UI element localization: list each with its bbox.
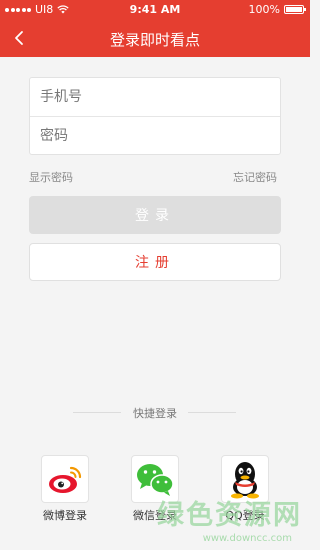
weibo-tile[interactable]: [41, 455, 89, 503]
watermark-text: 绿色资源网: [157, 500, 302, 531]
password-field-row: [30, 116, 280, 155]
show-password-link[interactable]: 显示密码: [29, 169, 73, 185]
forgot-password-link[interactable]: 忘记密码: [233, 169, 277, 185]
phone-input[interactable]: [38, 88, 272, 106]
password-input[interactable]: [38, 127, 272, 145]
register-button[interactable]: 注册: [29, 243, 281, 281]
battery-icon: [284, 5, 306, 14]
weibo-login-button[interactable]: 微博登录: [41, 455, 89, 523]
nav-bar: 登录即时看点: [0, 20, 310, 57]
quick-login-title: 快捷登录: [133, 407, 177, 420]
battery-percent: 100%: [248, 3, 280, 16]
divider-right: [188, 412, 236, 413]
login-button[interactable]: 登录: [29, 196, 281, 234]
weibo-login-label: 微博登录: [43, 509, 87, 522]
watermark-url: www.downcc.com: [202, 533, 292, 544]
status-right: 100%: [248, 3, 306, 16]
status-bar: UI8 9:41 AM 100%: [0, 0, 310, 20]
login-form: [29, 77, 281, 155]
page-title: 登录即时看点: [109, 31, 200, 49]
wechat-icon: [137, 464, 174, 496]
phone-field-row: [30, 78, 280, 116]
weibo-icon: [49, 466, 82, 493]
